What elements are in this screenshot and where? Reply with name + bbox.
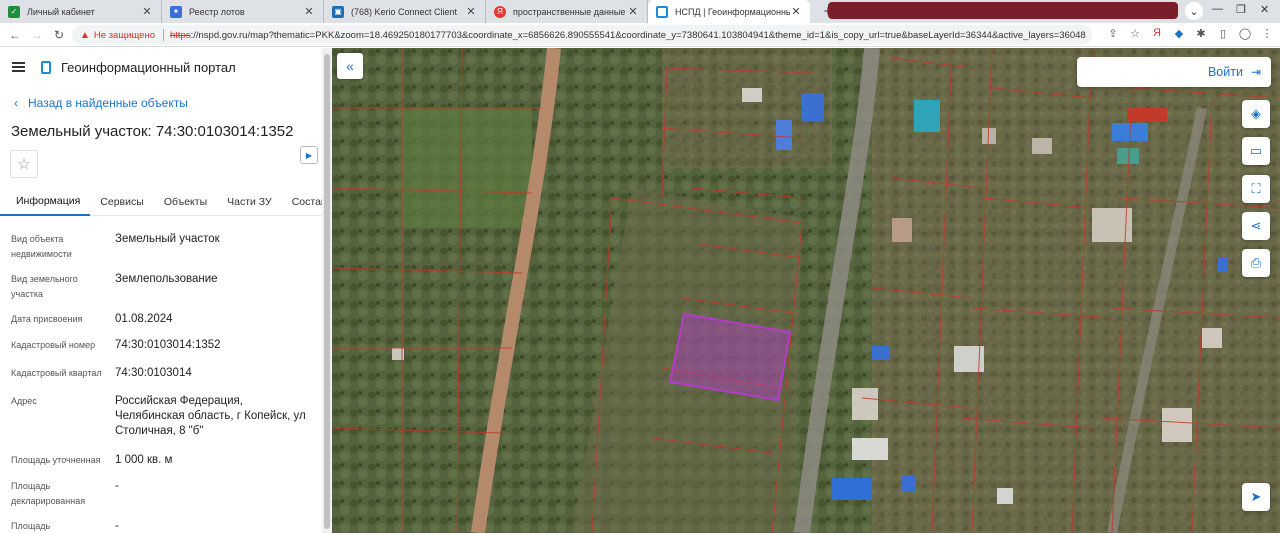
shield-icon: ✓	[8, 5, 20, 18]
object-info-panel: Геоинформационный портал ‹ Назад в найден…	[0, 48, 326, 533]
toolbar-icons: ⇪ ☆ Я ◆ ✱ ▯ ◯ ⋮	[1106, 27, 1274, 40]
portal-logo-icon	[41, 60, 51, 74]
back-to-results-link[interactable]: ‹ Назад в найденные объекты	[14, 96, 188, 110]
nspd-icon	[656, 5, 668, 18]
portal-title: Геоинформационный портал	[61, 59, 236, 75]
url-scheme: https	[169, 29, 191, 41]
address-bar: ← → ↻ ▲ Не защищено https://nspd.gov.ru/…	[0, 23, 1280, 47]
scrollbar-thumb[interactable]	[324, 54, 330, 529]
attribute-value: 1 000 кв. м	[115, 454, 173, 466]
menu-dots-icon[interactable]: ⋮	[1260, 27, 1274, 40]
tab-title: (768) Kerio Connect Client	[351, 6, 458, 17]
tab-information[interactable]: Информация	[0, 188, 91, 216]
attribute-value: 01.08.2024	[115, 313, 173, 325]
ruler-icon[interactable]: ▭	[1242, 137, 1270, 165]
url-text: https://nspd.gov.ru/map?thematic=PKK&zoo…	[170, 30, 1086, 41]
extension-icon[interactable]: ◆	[1172, 27, 1186, 40]
attribute-label: Вид земельного участка	[11, 274, 78, 299]
back-link-label: Назад в найденные объекты	[28, 96, 188, 110]
tab-title: Личный кабинет	[27, 6, 95, 17]
attribute-label: Дата присвоения	[11, 314, 83, 324]
sidebar-icon[interactable]: ▯	[1216, 27, 1230, 40]
page-title: Земельный участок: 74:30:0103014:1352	[11, 123, 294, 140]
minimize-icon[interactable]: —	[1212, 0, 1223, 18]
login-icon: ⇥	[1250, 65, 1261, 79]
browser-tab[interactable]: ▣ (768) Kerio Connect Client ✕	[324, 0, 486, 23]
panel-scrollbar[interactable]	[322, 48, 332, 533]
attribute-value: Российская Федерация, Челябинская област…	[115, 395, 306, 437]
tab-title: пространственные данные росреестр	[513, 6, 627, 17]
reload-icon[interactable]: ↻	[48, 28, 70, 42]
attribute-value: -	[115, 480, 119, 492]
yandex-icon: Я	[494, 5, 506, 18]
restore-icon[interactable]: ❐	[1236, 0, 1246, 18]
close-icon[interactable]: ✕	[303, 5, 315, 18]
collapse-panel-icon[interactable]: «	[337, 53, 363, 79]
puzzle-icon[interactable]: ✱	[1194, 27, 1208, 40]
divider	[162, 29, 164, 41]
attribute-label: Площадь	[11, 521, 51, 531]
bookmark-star-icon[interactable]: ☆	[1128, 27, 1142, 40]
attribute-value: Землепользование	[115, 273, 218, 285]
tab-services[interactable]: Сервисы	[90, 188, 154, 216]
tab-title: Реестр лотов	[189, 6, 245, 17]
tab-title: НСПД | Геоинформационный портал	[675, 6, 790, 17]
tab-objects[interactable]: Объекты	[154, 188, 217, 216]
field-area	[402, 108, 532, 228]
tab-parts[interactable]: Части ЗУ	[217, 188, 282, 216]
attribute-value: 74:30:0103014:1352	[115, 339, 221, 351]
attribute-label: Вид объекта недвижимости	[11, 234, 72, 259]
close-icon[interactable]: ✕	[141, 5, 153, 18]
share-map-icon[interactable]: ⋖	[1242, 212, 1270, 240]
browser-tab[interactable]: ✓ Личный кабинет ✕	[0, 0, 162, 23]
share-icon[interactable]: ⇪	[1106, 27, 1120, 40]
browser-tab[interactable]: Я пространственные данные росреестр ✕	[486, 0, 648, 23]
url-field[interactable]: ▲ Не защищено https://nspd.gov.ru/map?th…	[72, 25, 1092, 45]
tab-strip-background	[828, 2, 1178, 19]
attribute-label: Площадь декларированная	[11, 481, 86, 506]
satellite-map[interactable]	[332, 48, 1280, 533]
panel-header: Геоинформационный портал	[0, 48, 322, 86]
attribute-value: 74:30:0103014	[115, 367, 192, 379]
layers-icon[interactable]: ◈	[1242, 100, 1270, 128]
warning-icon: ▲	[80, 29, 90, 41]
menu-icon[interactable]	[12, 62, 25, 72]
forward-arrow-icon[interactable]: →	[26, 28, 48, 42]
chevron-left-icon: ‹	[14, 96, 18, 110]
tabs-scroll-right-button[interactable]: ▶	[300, 146, 318, 164]
url-rest: ://nspd.gov.ru/map?thematic=PKK&zoom=18.…	[190, 29, 1086, 41]
yandex-extension-icon[interactable]: Я	[1150, 27, 1164, 40]
login-button[interactable]: Войти ⇥	[1077, 57, 1271, 87]
tab-search-icon[interactable]: ⌄	[1185, 2, 1203, 20]
emblem-icon: ✦	[170, 5, 182, 18]
browser-tab-active[interactable]: НСПД | Геоинформационный портал ✕	[648, 0, 810, 23]
close-window-icon[interactable]: ✕	[1260, 0, 1269, 18]
attribute-value: -	[115, 520, 119, 532]
back-arrow-icon[interactable]: ←	[4, 28, 26, 42]
close-icon[interactable]: ✕	[465, 5, 477, 18]
close-icon[interactable]: ✕	[790, 5, 802, 18]
locate-icon[interactable]: ➤	[1242, 483, 1270, 511]
browser-tab[interactable]: ✦ Реестр лотов ✕	[162, 0, 324, 23]
attribute-label: Площадь уточненная	[11, 455, 101, 465]
close-icon[interactable]: ✕	[627, 5, 639, 18]
info-tabs: Информация Сервисы Объекты Части ЗУ Сост…	[0, 188, 326, 216]
favorite-star-icon[interactable]: ☆	[10, 150, 38, 178]
attribute-label: Адрес	[11, 396, 37, 406]
security-label[interactable]: Не защищено	[94, 30, 155, 41]
select-area-icon[interactable]: ⛶	[1242, 175, 1270, 203]
profile-avatar-icon[interactable]: ◯	[1238, 27, 1252, 40]
attribute-label: Кадастровый квартал	[11, 368, 102, 378]
kerio-icon: ▣	[332, 5, 344, 18]
map-canvas	[332, 48, 1280, 533]
attribute-label: Кадастровый номер	[11, 340, 96, 350]
attribute-value: Земельный участок	[115, 233, 220, 245]
print-icon[interactable]: ⎙	[1242, 249, 1270, 277]
login-label: Войти	[1207, 65, 1243, 79]
